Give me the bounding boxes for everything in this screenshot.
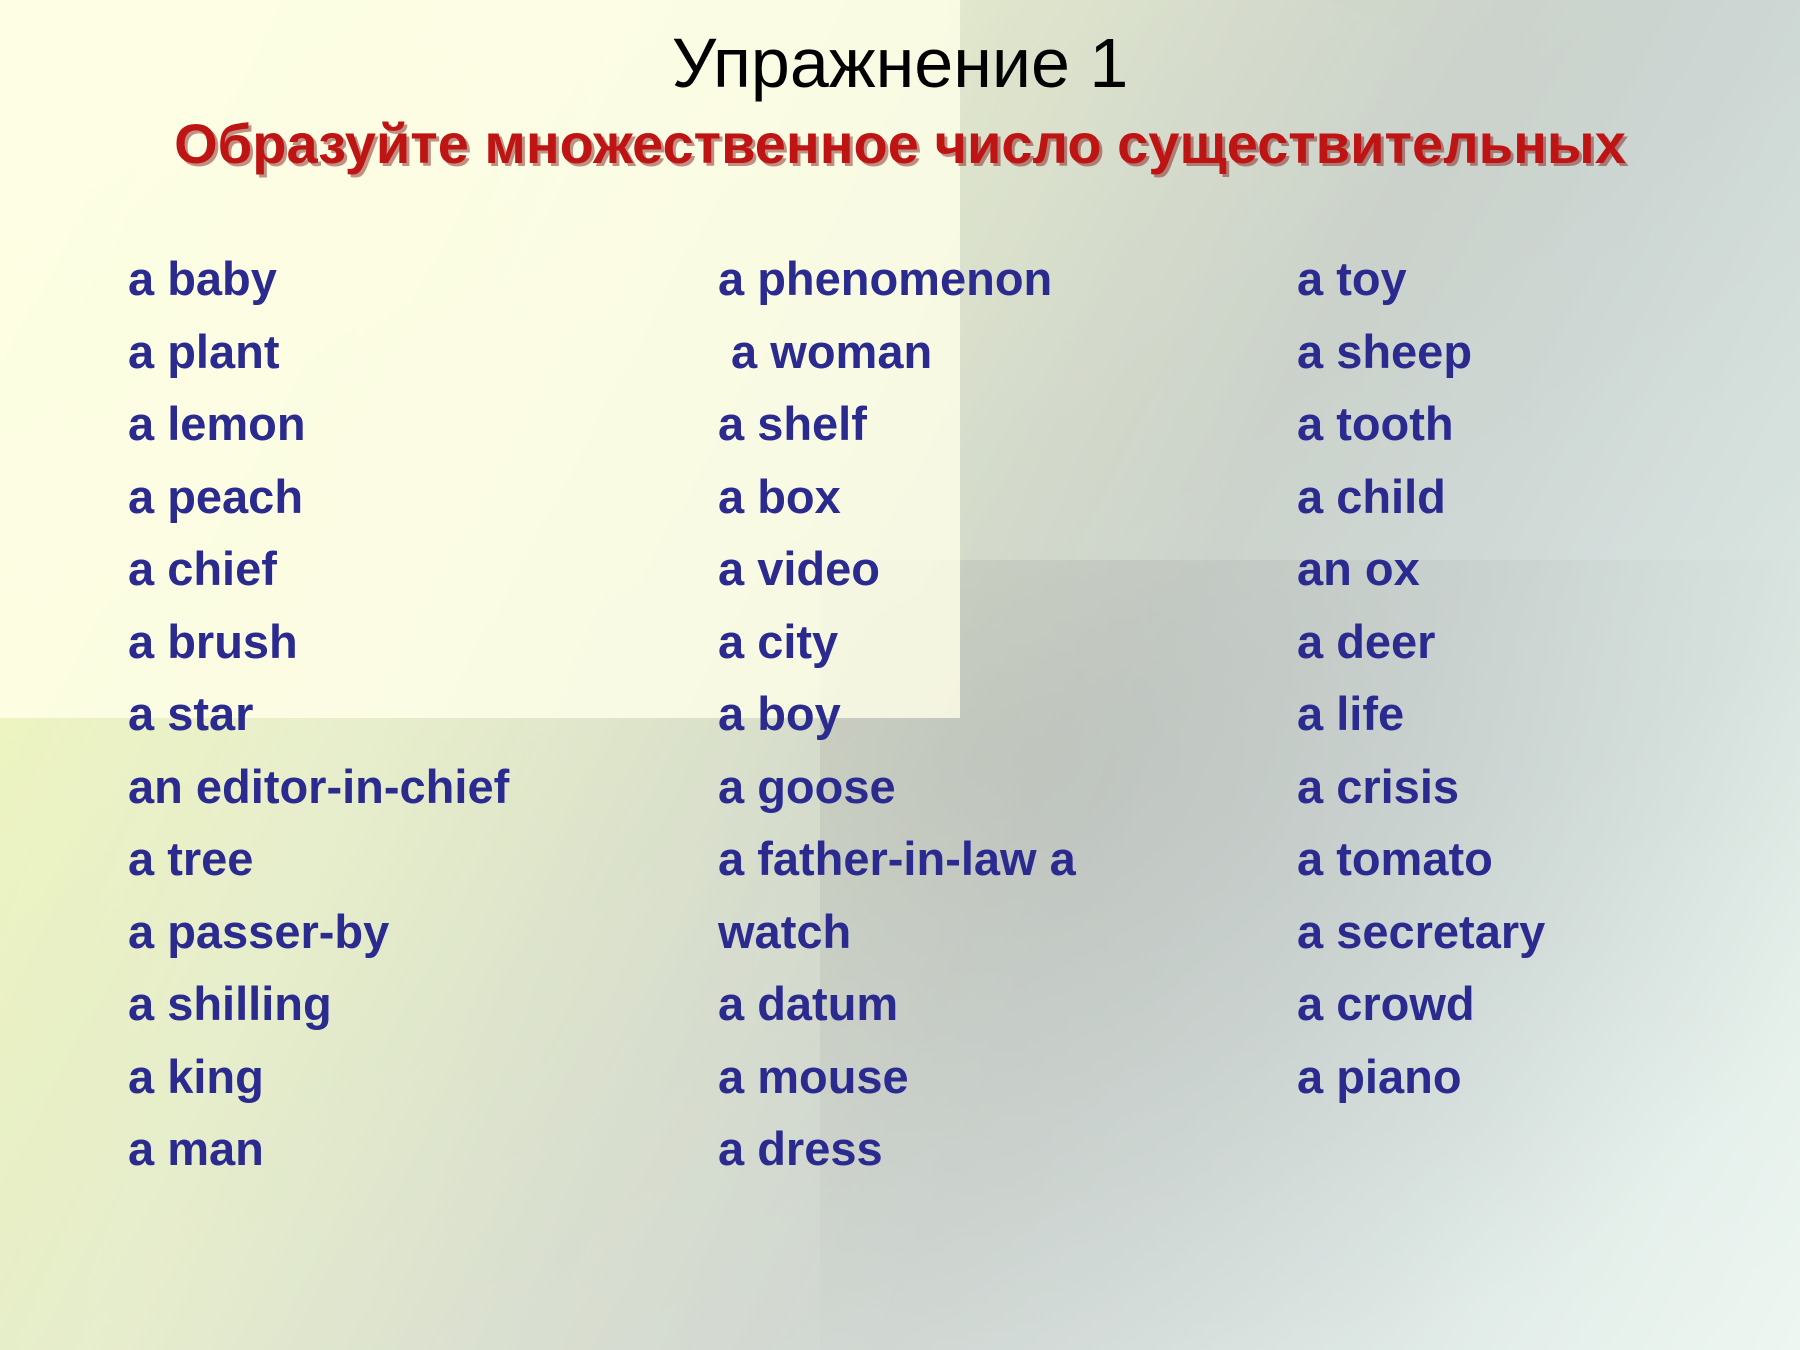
word-item: a secretary (1297, 904, 1546, 958)
word-column-3: a toy a sheep a tooth a child an ox a deer a l… (1297, 243, 1727, 1113)
word-item: a datum (718, 977, 899, 1030)
slide-canvas: Упражнение 1 Образуйте множественное чис… (0, 0, 1800, 1350)
word-item: a phenomenon (718, 252, 1053, 305)
word-column-2: a phenomenon a woman a shelf a box a video a… (718, 243, 1188, 1186)
word-item: an editor-in-chief (128, 759, 510, 813)
word-item: a mouse (718, 1049, 909, 1103)
word-item: an ox (1297, 542, 1420, 595)
word-item: a video (718, 542, 880, 595)
word-item: a star (128, 687, 254, 740)
word-item: a brush (128, 614, 298, 668)
word-item: a box (718, 469, 841, 523)
word-item: a child (1297, 469, 1446, 523)
word-item: a woman (718, 324, 933, 378)
page-title: Упражнение 1 (671, 24, 1129, 102)
word-item: a toy (1297, 252, 1407, 305)
word-item: a lemon (128, 397, 306, 450)
word-item: a crowd (1297, 977, 1475, 1030)
word-item: a father-in-law a watch (718, 832, 1076, 958)
word-item: a sheep (1297, 324, 1473, 378)
word-item: a city (718, 614, 839, 668)
word-item: a shelf (718, 397, 867, 450)
word-item: a shilling (128, 977, 332, 1030)
word-item: a tomato (1297, 832, 1493, 885)
word-item: a tooth (1297, 397, 1454, 450)
word-item: a chief (128, 542, 277, 595)
slide-content: Упражнение 1 Образуйте множественное чис… (0, 0, 1800, 1350)
word-column-1: a baby a plant a lemon a peach a chief a brus… (128, 243, 648, 1186)
word-item: a peach (128, 469, 304, 523)
word-item: a piano (1297, 1049, 1462, 1103)
word-item: a dress (718, 1122, 883, 1175)
word-item: a baby (128, 252, 277, 305)
word-item: a goose (718, 759, 896, 813)
word-item: a passer-by (128, 904, 390, 958)
word-item: a king (128, 1049, 264, 1103)
word-item: a crisis (1297, 759, 1460, 813)
word-item: a deer (1297, 614, 1436, 668)
instruction-text: Образуйте множественное число существите… (174, 112, 1626, 175)
word-item: a tree (128, 832, 254, 885)
word-item: a plant (128, 324, 280, 378)
word-item: a boy (718, 687, 841, 740)
word-item: a man (128, 1122, 264, 1175)
word-item: a life (1297, 687, 1405, 740)
